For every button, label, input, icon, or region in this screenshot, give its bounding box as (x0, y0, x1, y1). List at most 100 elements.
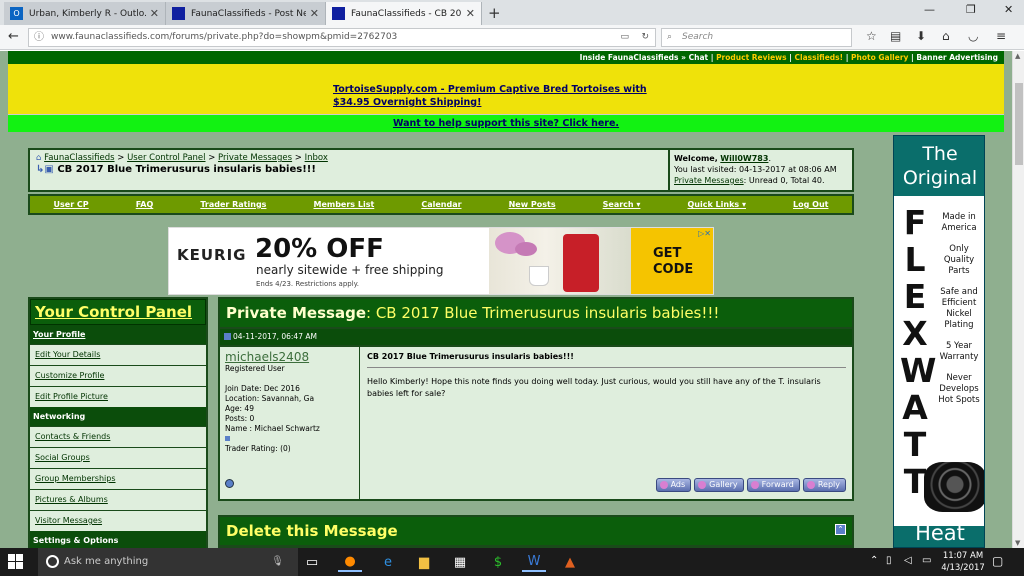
tab-post-new[interactable]: FaunaClassifieds - Post Ne... ✕ (166, 2, 326, 25)
username-link[interactable]: Will0W783 (720, 154, 768, 163)
nav-faq[interactable]: FAQ (136, 200, 154, 209)
forward-button[interactable]: Forward (746, 478, 800, 492)
breadcrumb-ucp[interactable]: User Control Panel (127, 153, 205, 163)
download-icon[interactable]: ⬇ (916, 29, 926, 43)
nav-new-posts[interactable]: New Posts (509, 200, 556, 209)
message-body: Hello Kimberly! Hope this note finds you… (367, 377, 821, 398)
nav-trader-ratings[interactable]: Trader Ratings (200, 200, 266, 209)
tortoise-supply-link[interactable]: TortoiseSupply.com - Premium Captive Bre… (333, 83, 663, 109)
bookmark-star-icon[interactable]: ☆ (866, 29, 877, 43)
offline-status-icon (225, 436, 230, 441)
word-icon[interactable]: W (522, 552, 546, 572)
home-icon: ⌂ (36, 153, 42, 163)
sender-trader-rating[interactable]: Trader Rating: (0) (225, 444, 354, 454)
address-bar[interactable]: ⓘ www.faunaclassifieds.com/forums/privat… (28, 28, 656, 47)
microphone-icon[interactable]: 🎙 (271, 548, 284, 576)
keurig-logo: ΚEURIG (177, 246, 247, 264)
private-messages-link[interactable]: Private Messages (674, 176, 744, 185)
reload-icon[interactable]: ↻ (641, 29, 649, 46)
clock[interactable]: 11:07 AM 4/13/2017 (938, 550, 988, 574)
sender-name-link[interactable]: michaels2408 (225, 350, 354, 364)
classifieds-link[interactable]: Classifieds! (795, 53, 844, 62)
chat-link[interactable]: » Chat (681, 53, 708, 62)
menu-icon[interactable]: ≡ (996, 29, 1006, 43)
close-icon[interactable]: ✕ (310, 7, 319, 20)
breadcrumb-site[interactable]: FaunaClassifieds (44, 153, 114, 163)
cta-line: GET (653, 246, 682, 261)
task-view-icon[interactable]: ▭ (300, 552, 324, 572)
sidebar-item-customize-profile[interactable]: Customize Profile (30, 365, 206, 386)
close-icon[interactable]: ✕ (150, 7, 159, 20)
windows-taskbar: Ask me anything 🎙 ▭ ● e ▆ ▦ $ W ▲ ⌃ ▯ ◁ … (0, 548, 1024, 576)
reply-button[interactable]: Reply (802, 478, 846, 492)
flexwatt-bottom-text: Heat (915, 521, 965, 545)
reading-list-icon[interactable]: ▤ (890, 29, 901, 43)
private-message-box: Private Message: CB 2017 Blue Trimerusur… (218, 297, 854, 501)
sender-age: Age: 49 (225, 404, 254, 413)
control-panel-title[interactable]: Your Control Panel (30, 299, 206, 325)
sidebar-item-contacts[interactable]: Contacts & Friends (30, 426, 206, 447)
user-status-icon[interactable] (225, 479, 234, 488)
nav-search[interactable]: Search ▾ (603, 200, 641, 209)
pocket-icon[interactable]: ◡ (968, 29, 978, 43)
maximize-button[interactable]: ❐ (966, 3, 976, 16)
pm-date-bar: 04-11-2017, 06:47 AM (220, 329, 852, 345)
window-close-button[interactable]: ✕ (1004, 3, 1013, 16)
tab-active-pm[interactable]: FaunaClassifieds - CB 201... ✕ (326, 2, 482, 25)
breadcrumb-inbox[interactable]: Inbox (305, 153, 328, 163)
file-explorer-icon[interactable]: ▆ (412, 552, 436, 572)
nav-log-out[interactable]: Log Out (793, 200, 828, 209)
page-title: CB 2017 Blue Trimerusurus insularis babi… (57, 164, 316, 175)
keyboard-icon[interactable]: ▭ (922, 555, 931, 566)
breadcrumb-pm[interactable]: Private Messages (218, 153, 292, 163)
get-code-button[interactable]: GET CODE (631, 228, 713, 294)
tab-outlook[interactable]: O Urban, Kimberly R - Outlo... ✕ (4, 2, 166, 25)
reader-view-icon[interactable]: ▭ (620, 29, 629, 46)
money-app-icon[interactable]: $ (486, 552, 510, 572)
sidebar-item-visitor-messages[interactable]: Visitor Messages (30, 510, 206, 531)
vertical-scrollbar[interactable]: ▲ ▼ (1012, 51, 1024, 548)
new-tab-button[interactable]: + (488, 4, 501, 22)
sidebar-item-social-groups[interactable]: Social Groups (30, 447, 206, 468)
paint-icon[interactable]: ▲ (558, 552, 582, 572)
edge-icon[interactable]: e (376, 552, 400, 572)
sidebar-heading-profile[interactable]: Your Profile (30, 325, 206, 344)
nav-members-list[interactable]: Members List (313, 200, 374, 209)
network-icon[interactable]: ▯ (886, 555, 892, 566)
support-bar: Want to help support this site? Click he… (8, 115, 1004, 132)
inside-link[interactable]: Inside FaunaClassifieds (580, 53, 679, 62)
chevron-up-icon[interactable]: ⌃ (870, 555, 878, 566)
flexwatt-features: Made in America Only Quality Parts Safe … (934, 212, 984, 416)
photo-gallery-link[interactable]: Photo Gallery (851, 53, 908, 62)
gallery-button[interactable]: Gallery (694, 478, 744, 492)
windows-start-button[interactable] (8, 554, 24, 570)
banner-advertising-link[interactable]: Banner Advertising (916, 53, 998, 62)
cortana-search[interactable]: Ask me anything 🎙 (38, 548, 298, 576)
notifications-icon[interactable]: ▢ (992, 554, 1003, 568)
keurig-ad[interactable]: ΚEURIG 20% OFF nearly sitewide + free sh… (168, 227, 714, 295)
close-icon[interactable]: ✕ (466, 7, 475, 20)
sidebar-item-edit-picture[interactable]: Edit Profile Picture (30, 386, 206, 407)
search-input[interactable]: ⌕ Search (661, 28, 852, 47)
sidebar-item-pictures-albums[interactable]: Pictures & Albums (30, 489, 206, 510)
home-icon[interactable]: ⌂ (942, 29, 950, 43)
collapse-icon[interactable]: ⌃ (835, 524, 846, 535)
nav-quick-links[interactable]: Quick Links ▾ (687, 200, 746, 209)
post-icon (224, 333, 231, 340)
support-link[interactable]: Want to help support this site? Click he… (393, 118, 619, 129)
minimize-button[interactable]: — (924, 3, 935, 16)
heat-tape-roll-image (924, 462, 984, 512)
nav-calendar[interactable]: Calendar (421, 200, 461, 209)
sidebar-item-edit-details[interactable]: Edit Your Details (30, 344, 206, 365)
store-icon[interactable]: ▦ (448, 552, 472, 572)
sidebar-item-group-memberships[interactable]: Group Memberships (30, 468, 206, 489)
ad-choices-icon[interactable]: ▷✕ (698, 229, 711, 238)
flexwatt-ad[interactable]: The Original F L E X W A T T Made in Ame… (893, 135, 985, 548)
nav-user-cp[interactable]: User CP (54, 200, 89, 209)
reviews-link[interactable]: Product Reviews (716, 53, 787, 62)
ads-button[interactable]: Ads (655, 478, 692, 492)
firefox-icon[interactable]: ● (338, 552, 362, 572)
volume-icon[interactable]: ◁ (904, 555, 912, 566)
back-button[interactable]: ← (8, 29, 19, 44)
web-page: Inside FaunaClassifieds » Chat | Product… (0, 51, 1012, 548)
